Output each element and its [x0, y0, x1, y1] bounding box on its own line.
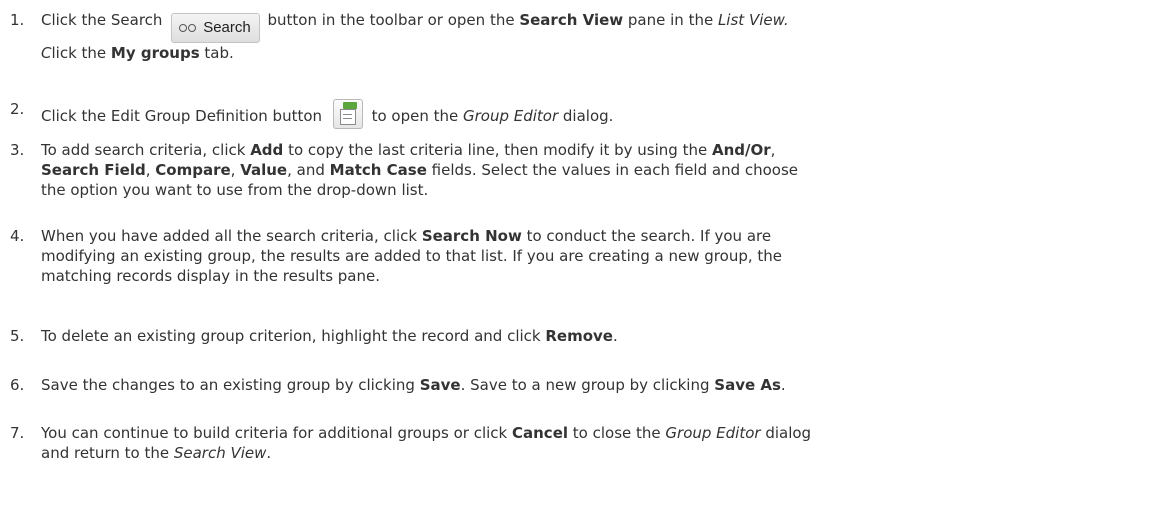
search-button[interactable]: Search — [171, 13, 260, 43]
step-text: button in the toolbar or open the — [262, 11, 520, 29]
step-text: fields. Select the values in each field … — [426, 161, 799, 179]
search-view-label: Search View — [519, 11, 624, 29]
group-editor-label: Group Editor — [665, 424, 761, 442]
step-text: dialog. — [558, 107, 614, 125]
step-text: , and — [287, 161, 330, 179]
step-4: 4. When you have added all the search cr… — [10, 226, 1160, 286]
step-number: 4. — [10, 227, 25, 245]
step-text: To add search criteria, click — [41, 141, 251, 159]
save-as-label: Save As — [714, 376, 781, 394]
step-3: 3. To add search criteria, click Add to … — [10, 140, 1160, 200]
step-text: C — [41, 44, 52, 62]
edit-group-definition-icon[interactable] — [332, 99, 363, 129]
step-text: Click the Edit Group Definition button — [41, 107, 327, 125]
step-text: When you have added all the search crite… — [41, 227, 422, 245]
my-groups-label: My groups — [110, 44, 200, 62]
and-or-label: And/Or — [711, 141, 771, 159]
step-number: 6. — [10, 376, 25, 394]
value-label: Value — [240, 161, 288, 179]
step-text: , — [230, 161, 241, 179]
step-text: Save the changes to an existing group by… — [41, 376, 420, 394]
list-view-label: List View. — [717, 11, 789, 29]
step-text: the option you want to use from the drop… — [41, 181, 429, 199]
step-1: 1. Click the Search Search button in the… — [10, 10, 1160, 63]
search-button-label: Search — [203, 19, 251, 36]
search-field-label: Search Field — [41, 161, 146, 179]
step-6: 6. Save the changes to an existing group… — [10, 375, 1160, 395]
search-view-label: Search View — [173, 444, 267, 462]
step-5: 5. To delete an existing group criterion… — [10, 326, 1160, 346]
step-text: and return to the — [41, 444, 174, 462]
add-label: Add — [250, 141, 284, 159]
step-text: . — [780, 376, 786, 394]
step-text: modifying an existing group, the results… — [41, 247, 783, 265]
step-text: to open the — [366, 107, 463, 125]
step-text: pane in the — [623, 11, 718, 29]
cancel-label: Cancel — [512, 424, 569, 442]
compare-label: Compare — [155, 161, 231, 179]
step-number: 3. — [10, 141, 25, 159]
step-number: 5. — [10, 327, 25, 345]
step-number: 1. — [10, 11, 25, 29]
remove-label: Remove — [545, 327, 613, 345]
step-text: , — [770, 141, 776, 159]
step-text: , — [145, 161, 156, 179]
step-text: tab. — [199, 44, 234, 62]
step-number: 7. — [10, 424, 25, 442]
step-text: Click the Search — [41, 11, 168, 29]
search-now-label: Search Now — [421, 227, 522, 245]
step-text: You can continue to build criteria for a… — [41, 424, 512, 442]
group-editor-label: Group Editor — [462, 107, 559, 125]
step-text: . Save to a new group by clicking — [460, 376, 715, 394]
step-text: . — [266, 444, 272, 462]
step-number: 2. — [10, 100, 25, 118]
step-text: to conduct the search. If you are — [521, 227, 772, 245]
step-text: lick the — [51, 44, 111, 62]
binoculars-icon — [179, 23, 197, 33]
step-2: 2. Click the Edit Group Definition butto… — [10, 99, 1160, 129]
step-text: to copy the last criteria line, then mod… — [283, 141, 712, 159]
step-text: To delete an existing group criterion, h… — [41, 327, 546, 345]
step-text: . — [612, 327, 618, 345]
step-text: to close the — [568, 424, 666, 442]
instructions-list: 1. Click the Search Search button in the… — [0, 0, 1168, 531]
step-text: matching records display in the results … — [41, 267, 380, 285]
step-text: dialog — [760, 424, 812, 442]
match-case-label: Match Case — [329, 161, 427, 179]
save-label: Save — [419, 376, 461, 394]
step-7: 7. You can continue to build criteria fo… — [10, 423, 1160, 463]
